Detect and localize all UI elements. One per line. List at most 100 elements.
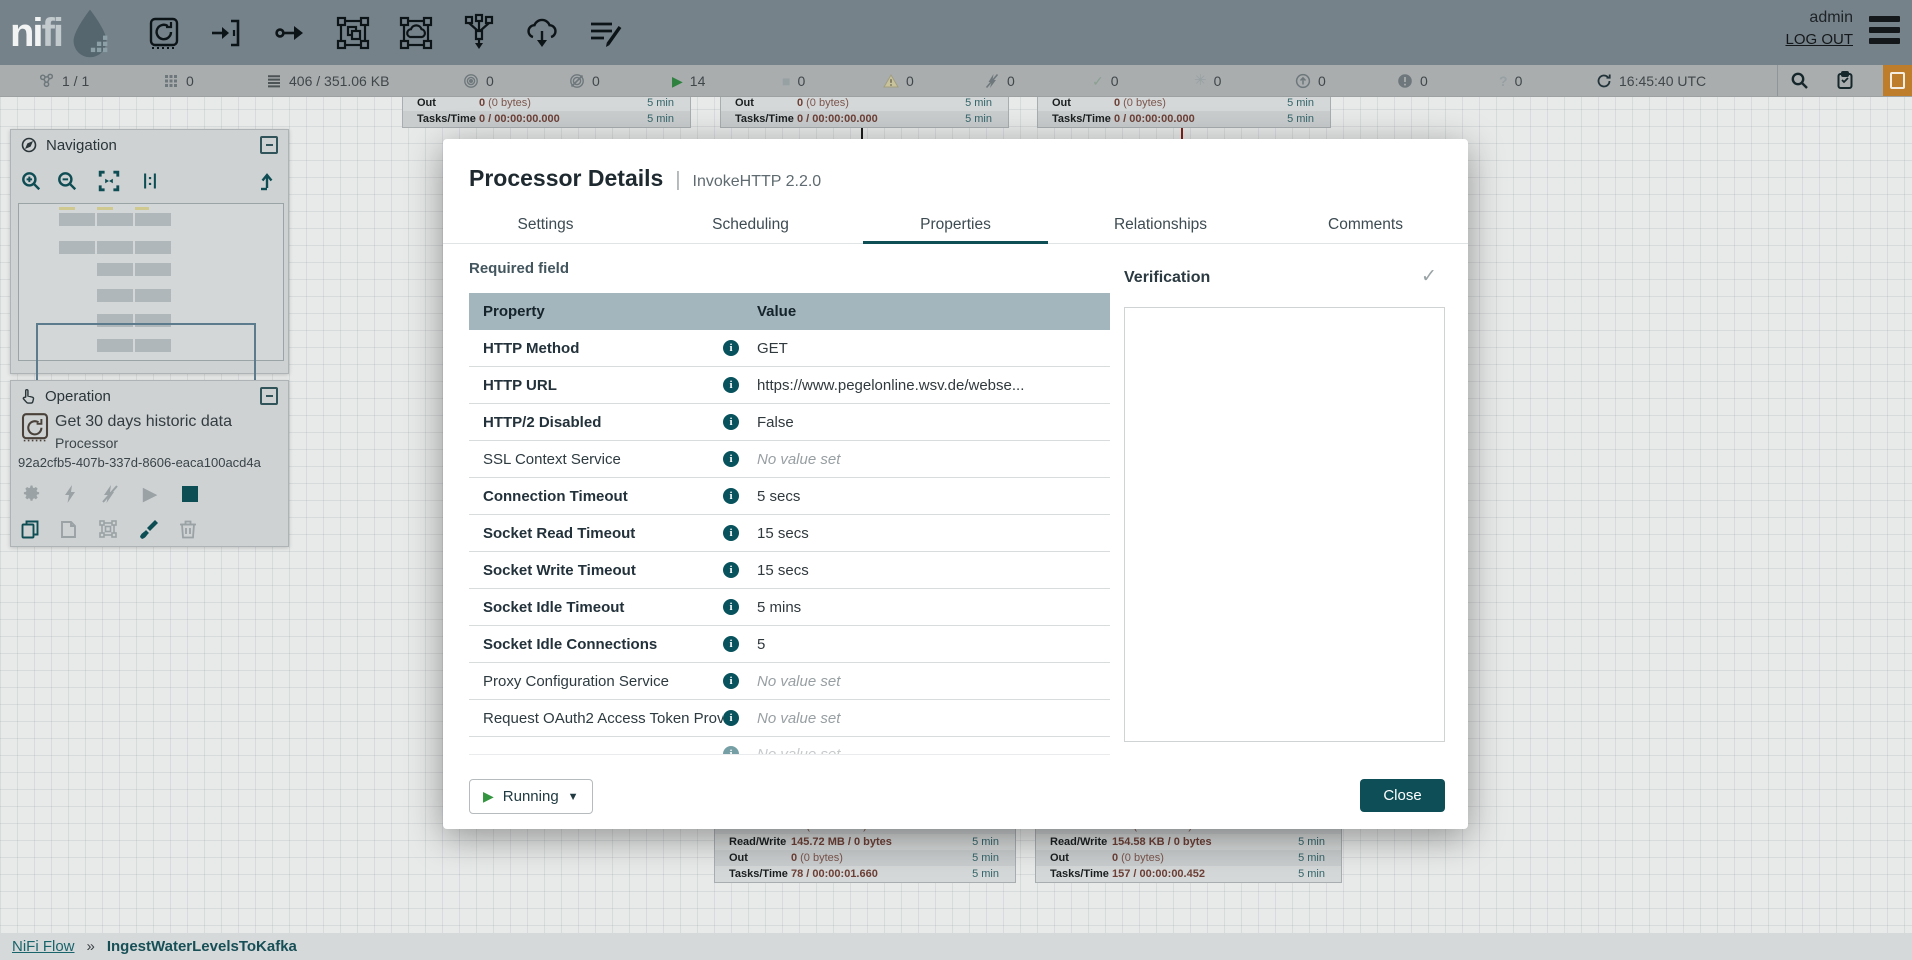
output-port-icon[interactable] (270, 13, 310, 53)
info-icon[interactable]: i (723, 414, 739, 430)
logout-link[interactable]: LOG OUT (1785, 29, 1853, 52)
status-item-sync-failure: ?0 (1499, 65, 1522, 96)
remote-process-group-icon[interactable] (396, 13, 436, 53)
processor-stats-box[interactable]: Out0(0 bytes)5 minTasks/Time0 / 00:00:00… (1037, 94, 1331, 128)
property-name: Request OAuth2 Access Token Provider (469, 710, 723, 727)
info-icon[interactable]: i (723, 340, 739, 356)
template-icon[interactable] (522, 13, 562, 53)
info-icon[interactable]: i (723, 599, 739, 615)
zoom-in-button[interactable] (18, 168, 44, 194)
property-row: Proxy Configuration ServiceiNo value set (469, 663, 1110, 700)
tab-relationships[interactable]: Relationships (1058, 207, 1263, 243)
property-value: 5 (757, 636, 1110, 653)
zoom-actual-button[interactable]: |:| (137, 168, 163, 194)
processor-stats-box[interactable]: Out0(0 bytes)5 minTasks/Time0 / 00:00:00… (720, 94, 1009, 128)
status-value: 0 (906, 73, 914, 89)
breadcrumb-separator: » (87, 938, 95, 955)
status-item-locally-modified: ✳0 (1194, 65, 1221, 96)
info-icon[interactable]: i (723, 525, 739, 541)
info-icon[interactable]: i (723, 377, 739, 393)
collapse-navigation-button[interactable] (260, 136, 278, 154)
input-port-icon[interactable] (207, 13, 247, 53)
tab-settings[interactable]: Settings (443, 207, 648, 243)
status-bar-divider (1777, 65, 1778, 96)
property-name: Socket Read Timeout (469, 525, 723, 542)
property-column-header: Property (469, 303, 723, 320)
stop-icon[interactable] (179, 483, 201, 505)
stale-icon (1295, 73, 1311, 89)
tab-comments[interactable]: Comments (1263, 207, 1468, 243)
property-value: 5 mins (757, 599, 1110, 616)
tab-properties[interactable]: Properties (853, 207, 1058, 243)
stats-row: Tasks/Time0 / 00:00:00.0005 min (403, 111, 690, 127)
copy-icon[interactable] (19, 518, 41, 540)
stats-row: Out0(0 bytes)5 min (715, 850, 1015, 866)
flow-settings-button[interactable] (1828, 65, 1862, 96)
processor-stats-box[interactable]: Out0(0 bytes)5 minTasks/Time0 / 00:00:00… (402, 94, 691, 128)
property-value: 5 secs (757, 488, 1110, 505)
property-row: Socket Idle Connectionsi 5 (469, 626, 1110, 663)
status-value: 0 (1515, 73, 1523, 89)
selected-component-name: Get 30 days historic data (55, 413, 232, 431)
property-name: HTTP/2 Disabled (469, 414, 723, 431)
process-group-icon[interactable] (333, 13, 373, 53)
property-name: HTTP Method (469, 340, 723, 357)
refresh-icon (1596, 73, 1612, 89)
info-icon[interactable]: i (723, 488, 739, 504)
property-name: Proxy Configuration Service (469, 673, 723, 690)
properties-table-header: Property Value (469, 293, 1110, 330)
property-name: Socket Idle Connections (469, 636, 723, 653)
property-row: iNo value set (469, 737, 1110, 755)
collapse-operation-button[interactable] (260, 387, 278, 405)
close-button[interactable]: Close (1360, 779, 1445, 812)
info-icon[interactable]: i (723, 562, 739, 578)
start-icon: ▶ (139, 483, 161, 505)
component-palette (144, 13, 625, 53)
status-value: 0 (1420, 73, 1428, 89)
run-status-label: Running (503, 788, 559, 805)
go-to-parent-button[interactable] (254, 168, 280, 194)
run-status-button[interactable]: ▶ Running ▼ (469, 779, 593, 814)
birdseye-minimap[interactable] (18, 203, 284, 361)
info-icon[interactable]: i (723, 710, 739, 726)
verification-check-icon[interactable]: ✓ (1421, 265, 1437, 288)
global-menu-icon[interactable] (1869, 16, 1900, 44)
bulletin-flag-icon (1890, 72, 1905, 89)
funnel-icon[interactable] (459, 13, 499, 53)
property-name: Connection Timeout (469, 488, 723, 505)
zoom-fit-button[interactable] (96, 168, 122, 194)
search-icon (1790, 71, 1809, 90)
tab-scheduling[interactable]: Scheduling (648, 207, 853, 243)
processor-details-dialog: Processor Details | InvokeHTTP 2.2.0 Set… (443, 139, 1468, 829)
compass-icon (21, 137, 37, 153)
info-icon[interactable]: i (723, 451, 739, 467)
label-icon[interactable] (585, 13, 625, 53)
status-item-grid: 0 (163, 65, 194, 96)
stats-row: Tasks/Time78 / 00:00:01.6605 min (715, 866, 1015, 882)
zoom-out-button[interactable] (54, 168, 80, 194)
property-value: https://www.pegelonline.wsv.de/webse... (757, 377, 1110, 394)
status-value: 0 (1111, 73, 1119, 89)
stats-row: Tasks/Time157 / 00:00:00.4525 min (1036, 866, 1341, 882)
bulletin-flag[interactable] (1883, 65, 1912, 96)
navigation-panel: Navigation |:| (10, 129, 289, 374)
property-row: Socket Write Timeouti15 secs (469, 552, 1110, 589)
locally-modified-icon: ✳ (1194, 73, 1207, 88)
info-icon[interactable]: i (723, 636, 739, 652)
dialog-title-divider: | (675, 169, 680, 192)
processor-icon[interactable] (144, 13, 184, 53)
breadcrumb-root-link[interactable]: NiFi Flow (12, 938, 75, 955)
color-icon[interactable] (137, 518, 159, 540)
status-value: 0 (797, 73, 805, 89)
locally-modified-stale-icon (1397, 73, 1413, 89)
info-icon[interactable]: i (723, 673, 739, 689)
not-transmitting-icon (569, 73, 585, 89)
property-value: No value set (757, 710, 1110, 727)
selected-component-id: 92a2cfb5-407b-337d-8606-eaca100acd4a (18, 455, 261, 470)
current-user: admin (1809, 8, 1853, 29)
group-icon (97, 518, 119, 540)
status-value: 0 (1318, 73, 1326, 89)
search-button[interactable] (1782, 65, 1816, 96)
info-icon[interactable]: i (723, 746, 739, 755)
delete-icon (177, 518, 199, 540)
